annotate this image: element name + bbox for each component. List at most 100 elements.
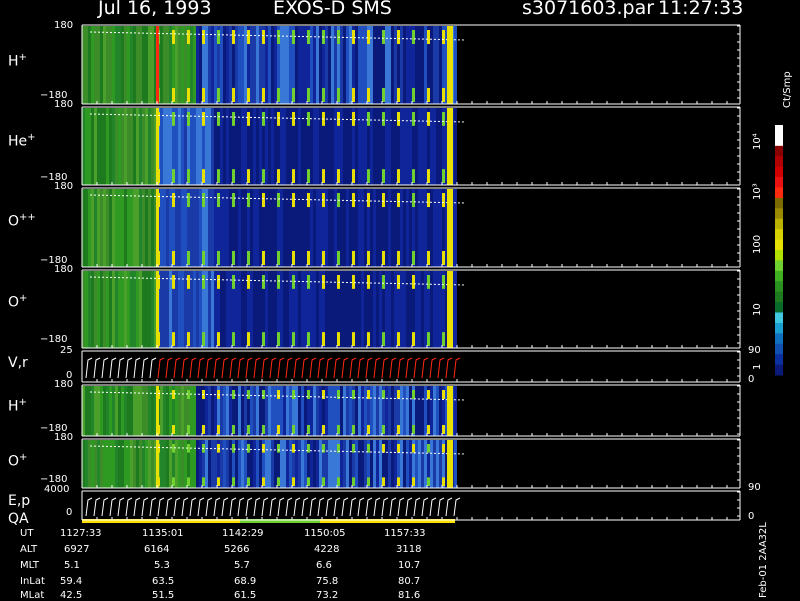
colorbar-tick-10: 10 [752,303,763,316]
spectro-streak [247,275,250,289]
spectro-column [253,189,256,267]
colorbar-cell [775,270,783,282]
spectro-column [163,189,166,267]
spectro-column [244,440,247,488]
spectro-column [415,271,418,348]
spectro-column [241,271,244,348]
spectro-column [274,108,277,185]
spectro-column [85,26,88,104]
colorbar-cell [775,229,783,241]
spectro-streak [292,250,295,265]
spectro-column [439,386,442,436]
spectro-column [220,271,223,348]
panel-label-ep: E,p [8,493,31,509]
spectro-column [289,108,292,185]
spectro-streak [172,169,175,183]
spectro-column [241,440,244,488]
spectro-column [310,108,313,185]
eph-cell: 80.7 [398,576,421,587]
spectro-column [286,440,289,488]
spectro-column [376,440,379,488]
spectro-column [394,440,397,488]
spectro-streak [292,275,295,289]
eph-cell: 4228 [314,544,340,555]
spectro-column [226,271,229,348]
spectro-column [325,440,328,488]
spectro-column [265,26,268,104]
spectro-column [424,189,427,267]
spectro-column [361,440,364,488]
spectro-streak [382,193,385,208]
spectro-column [388,440,391,488]
spectro-column [454,440,457,488]
spectro-column [238,386,241,436]
spectro-column [190,440,193,488]
spectro-column [274,189,277,267]
spectro-column [403,189,406,267]
spectro-column [379,440,382,488]
spectro-column [220,386,223,436]
spectro-column [253,26,256,104]
spectro-streak [277,425,280,434]
spectro-column [88,108,91,185]
spectro-column [310,386,313,436]
spectro-streak [307,425,310,434]
spectro-streak [412,250,415,265]
spectro-column [226,440,229,488]
spectro-column [118,386,121,436]
spectro-column [229,271,232,348]
spectro-column [268,108,271,185]
spectro-streak [397,332,400,346]
spectro-column [220,440,223,488]
spectro-column [298,189,301,267]
spectro-streak [382,477,385,486]
panel-label-qa: QA [8,511,29,527]
spectro-column [100,189,103,267]
spectro-column [91,271,94,348]
spectro-streak [442,169,445,183]
colorbar-tick-100: 100 [752,234,763,254]
spectro-streak [397,477,400,486]
spectro-streak [322,425,325,434]
spectro-column [196,386,199,436]
spectro-streak [322,390,325,399]
panel-bottom-op: −180 [40,334,68,345]
spectro-streak [247,169,250,183]
spectro-streak [262,169,265,183]
spectro-streak [262,193,265,208]
spectro-column [391,108,394,185]
spectro-column [124,108,127,185]
colorbar-cell [775,343,783,355]
spectro-column [103,189,106,267]
spectro-column [199,271,202,348]
spectro-streak [382,87,385,102]
spectro-streak [262,250,265,265]
spectro-column [436,440,439,488]
colorbar-cell [775,166,783,178]
spectro-column [319,189,322,267]
spectro-streak [247,332,250,346]
spectro-column [259,189,262,267]
spectro-column [145,26,148,104]
spectro-column [160,108,163,185]
spectro-column [235,386,238,436]
spectro-column [280,271,283,348]
spectro-column [421,189,424,267]
spectro-streak [352,87,355,102]
spectro-end-bar [447,26,453,104]
footer-label: Feb-01 2AA32L [758,522,769,598]
spectro-bright-line [156,189,159,267]
spectro-column [253,271,256,348]
spectro-column [370,440,373,488]
spectro-column [112,271,115,348]
spectro-column [193,189,196,267]
spectro-streak [172,250,175,265]
spectro-streak [382,425,385,434]
spectro-streak [397,425,400,434]
panel-top-h2: 180 [54,379,74,390]
spectro-streak [217,425,220,434]
spectro-column [373,271,376,348]
spectro-streak [427,390,430,399]
spectro-column [385,386,388,436]
spectro-column [175,26,178,104]
